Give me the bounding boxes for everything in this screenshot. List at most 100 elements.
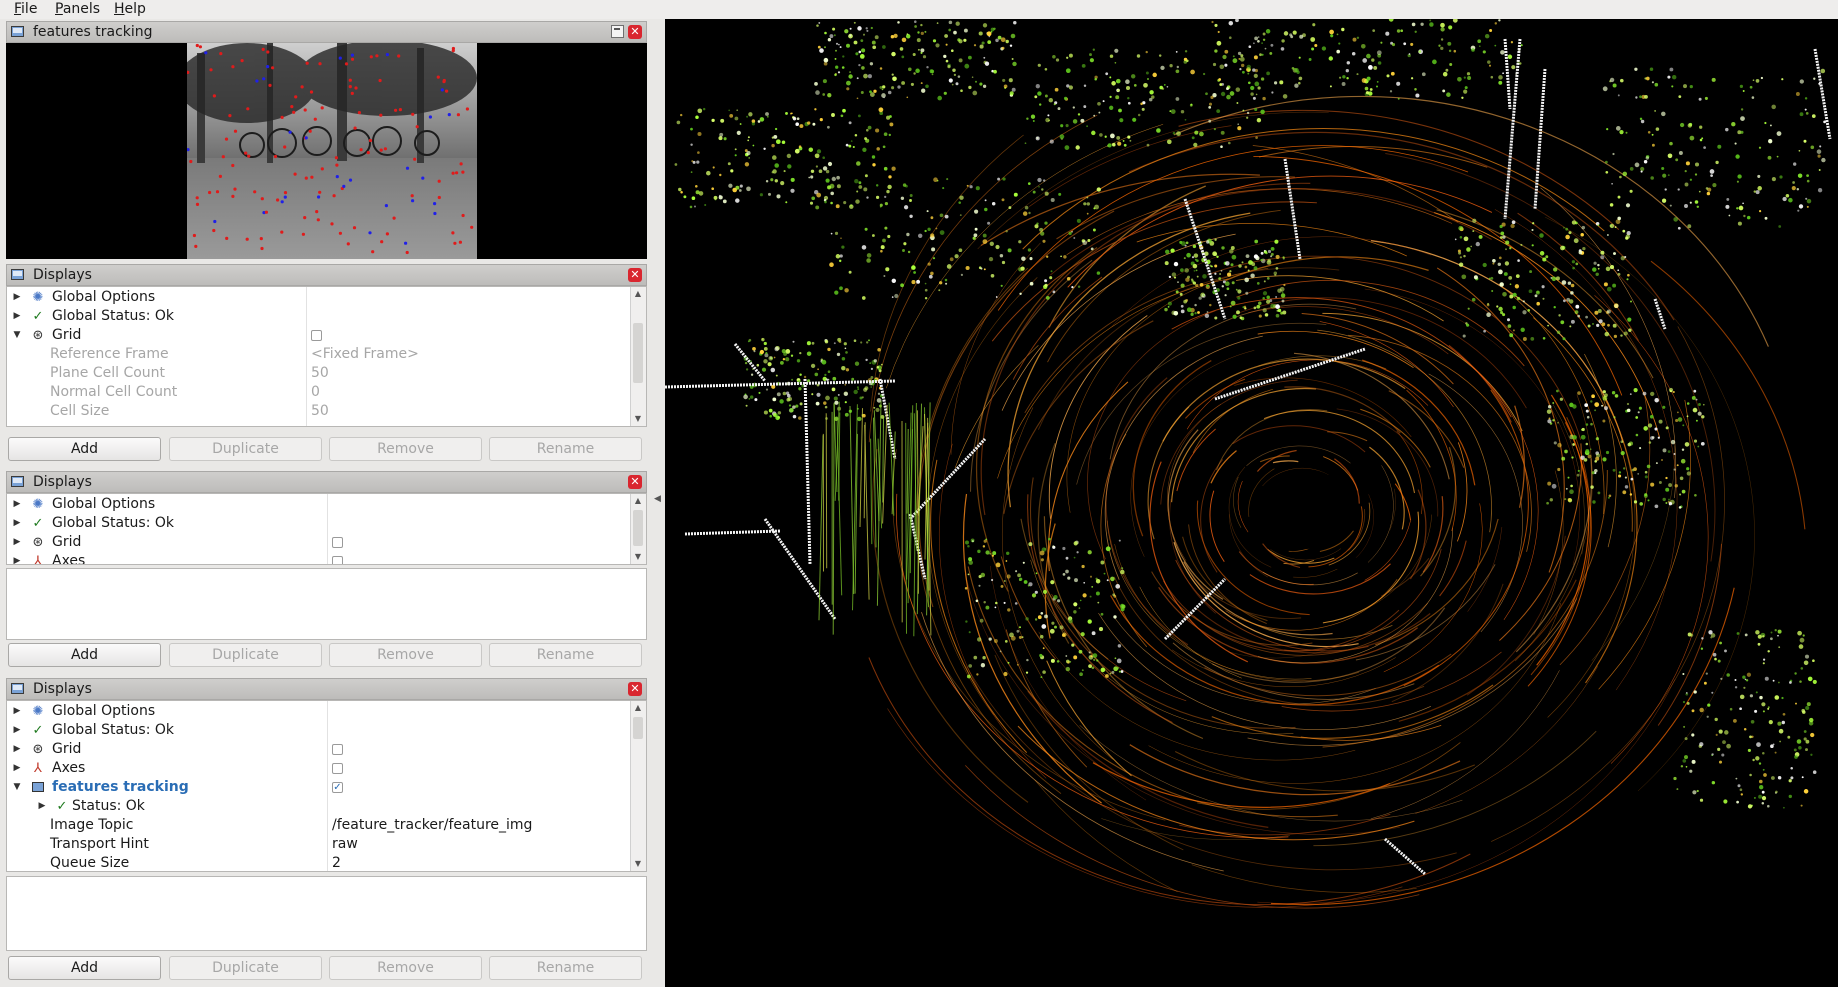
scroll-up-icon[interactable]: ▲ [631,494,645,508]
tree-row-global-options[interactable]: ▶ ✺ Global Options [7,495,631,514]
3d-render-view[interactable] [665,19,1838,987]
monitor-icon [11,269,24,280]
tree-row-global-options[interactable]: ▶ ✺ Global Options [7,288,631,307]
duplicate-button[interactable]: Duplicate [169,437,322,461]
collapse-icon[interactable]: ▼ [12,778,22,797]
vertical-scrollbar[interactable]: ▲ ▼ [630,494,646,564]
add-button[interactable]: Add [8,956,161,980]
row-label: Grid [52,741,82,757]
duplicate-button[interactable]: Duplicate [169,956,322,980]
axes-checkbox[interactable] [332,556,343,564]
tree-row-normal-cell-count[interactable]: Normal Cell Count 0 [7,383,631,402]
menubar: File Panels Help [0,0,1838,19]
displays-tree-2[interactable]: ▶ ✺ Global Options ▶ ✓ Global Status: Ok… [6,493,647,565]
grid-checkbox[interactable] [332,537,343,548]
displays-panel-2-titlebar[interactable]: Displays ✕ [6,471,647,493]
collapse-icon[interactable]: ▼ [12,326,22,345]
tree-row-grid[interactable]: ▼ ⊛ Grid [7,326,631,345]
remove-button[interactable]: Remove [329,643,482,667]
rename-button[interactable]: Rename [489,956,642,980]
row-value: 50 [311,403,329,419]
tree-row-plane-cell-count[interactable]: Plane Cell Count 50 [7,364,631,383]
expand-icon[interactable]: ▶ [12,307,22,326]
menu-file[interactable]: File [14,1,37,18]
tree-row-global-status[interactable]: ▶ ✓ Global Status: Ok [7,514,631,533]
grid-checkbox[interactable] [311,330,322,341]
tree-row-transport-hint[interactable]: Transport Hint raw [7,835,631,854]
tree-row-cell-size[interactable]: Cell Size 50 [7,402,631,421]
row-value[interactable]: raw [332,835,358,854]
scroll-down-icon[interactable]: ▼ [631,550,645,564]
expand-icon[interactable]: ▶ [12,552,22,564]
displays-tree-3[interactable]: ▶ ✺ Global Options ▶ ✓ Global Status: Ok… [6,700,647,872]
scroll-up-icon[interactable]: ▲ [631,701,645,715]
property-description-box [6,876,647,951]
vertical-scrollbar[interactable]: ▲ ▼ [630,287,646,426]
check-icon: ✓ [32,516,44,531]
expand-icon[interactable]: ▶ [12,533,22,552]
rename-button[interactable]: Rename [489,437,642,461]
menu-panels[interactable]: Panels [55,1,100,18]
tree-row-features-tracking[interactable]: ▼ features tracking ✓ [7,778,631,797]
tree-row-reference-frame[interactable]: Reference Frame <Fixed Frame> [7,345,631,364]
row-label: Cell Size [50,403,110,419]
monitor-icon [11,476,24,487]
row-label: Transport Hint [50,836,149,852]
row-label: Image Topic [50,817,134,833]
features-tracking-checkbox[interactable]: ✓ [332,782,343,793]
tree-row-global-status[interactable]: ▶ ✓ Global Status: Ok [7,721,631,740]
add-button[interactable]: Add [8,437,161,461]
row-value[interactable]: 2 [332,854,341,871]
image-panel-titlebar[interactable]: features tracking ✕ [6,21,647,43]
scroll-thumb[interactable] [633,717,643,739]
add-button[interactable]: Add [8,643,161,667]
tree-row-axes[interactable]: ▶ ⅄ Axes [7,552,631,564]
globe-icon: ✺ [32,497,44,512]
displays-panel-3-titlebar[interactable]: Displays ✕ [6,678,647,700]
tree-row-global-status[interactable]: ▶ ✓ Global Status: Ok [7,307,631,326]
expand-icon[interactable]: ▶ [12,495,22,514]
close-icon[interactable]: ✕ [628,25,642,39]
duplicate-button[interactable]: Duplicate [169,643,322,667]
close-icon[interactable]: ✕ [628,475,642,489]
expand-icon[interactable]: ▶ [12,702,22,721]
expand-icon[interactable]: ▶ [12,759,22,778]
expand-icon[interactable]: ▶ [12,514,22,533]
row-value[interactable]: /feature_tracker/feature_img [332,816,532,835]
menu-help[interactable]: Help [114,1,146,18]
tree-row-queue-size[interactable]: Queue Size 2 [7,854,631,871]
scroll-up-icon[interactable]: ▲ [631,287,645,301]
expand-icon[interactable]: ▶ [12,288,22,307]
tree-row-axes[interactable]: ▶ ⅄ Axes [7,759,631,778]
collapse-dock-icon[interactable]: ◀ [654,494,661,504]
expand-icon[interactable]: ▶ [37,797,47,816]
displays-buttons-2: Add Duplicate Remove Rename [6,643,647,669]
vertical-scrollbar[interactable]: ▲ ▼ [630,701,646,871]
globe-icon: ✺ [32,290,44,305]
displays-panel-1-titlebar[interactable]: Displays ✕ [6,264,647,286]
remove-button[interactable]: Remove [329,956,482,980]
expand-icon[interactable]: ▶ [12,740,22,759]
check-icon: ✓ [56,799,68,814]
close-icon[interactable]: ✕ [628,682,642,696]
scroll-thumb[interactable] [633,510,643,546]
displays-tree-1[interactable]: ▶ ✺ Global Options ▶ ✓ Global Status: Ok… [6,286,647,427]
row-label: Reference Frame [50,346,169,362]
expand-icon[interactable]: ▶ [12,721,22,740]
scroll-thumb[interactable] [633,323,643,383]
rename-button[interactable]: Rename [489,643,642,667]
scroll-down-icon[interactable]: ▼ [631,412,645,426]
scroll-down-icon[interactable]: ▼ [631,857,645,871]
row-label: Global Status: Ok [52,722,175,738]
remove-button[interactable]: Remove [329,437,482,461]
row-label: Global Options [52,703,156,719]
tree-row-grid[interactable]: ▶ ⊛ Grid [7,533,631,552]
tree-row-global-options[interactable]: ▶ ✺ Global Options [7,702,631,721]
tree-row-image-topic[interactable]: Image Topic /feature_tracker/feature_img [7,816,631,835]
close-icon[interactable]: ✕ [628,268,642,282]
axes-checkbox[interactable] [332,763,343,774]
tree-row-grid[interactable]: ▶ ⊛ Grid [7,740,631,759]
grid-checkbox[interactable] [332,744,343,755]
tree-row-status[interactable]: ▶ ✓ Status: Ok [7,797,631,816]
float-icon[interactable] [611,25,624,38]
